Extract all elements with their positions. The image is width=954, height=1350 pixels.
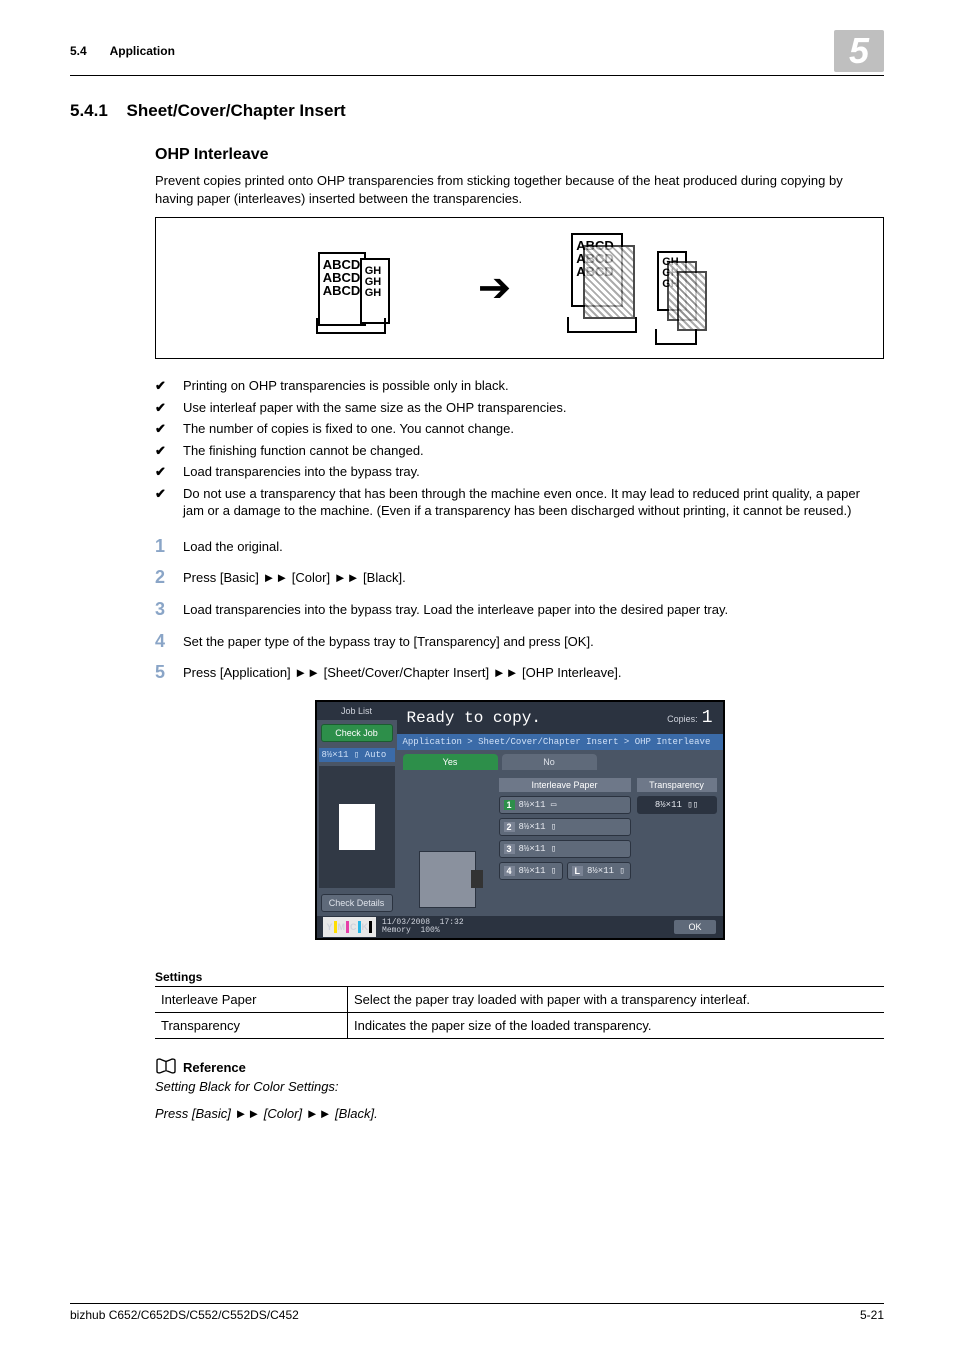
header-section-number: 5.4 [70, 44, 87, 58]
tray-3-button[interactable]: 38½×11 ▯ [499, 840, 631, 858]
step-item: Load transparencies into the bypass tray… [155, 601, 884, 619]
section-number: 5.4.1 [70, 101, 108, 120]
tray-4-button[interactable]: 48½×11 ▯ [499, 862, 563, 880]
settings-heading: Settings [155, 970, 884, 984]
table-row: Transparency Indicates the paper size of… [155, 1012, 884, 1038]
setting-name: Transparency [155, 1012, 348, 1038]
memory-value: 100% [420, 926, 439, 935]
check-details-button[interactable]: Check Details [321, 894, 393, 912]
procedure-steps: Load the original. Press [Basic] ►► [Col… [155, 538, 884, 682]
tray-1-button[interactable]: 18½×11 ▭ [499, 796, 631, 814]
chapter-badge: 5 [834, 30, 884, 72]
check-item: Do not use a transparency that has been … [155, 485, 884, 520]
page-footer: bizhub C652/C652DS/C552/C552DS/C452 5-21 [70, 1303, 884, 1322]
transparency-label: Transparency [637, 778, 717, 792]
section-title: 5.4.1 Sheet/Cover/Chapter Insert [70, 101, 884, 121]
device-icon [419, 851, 476, 908]
section-name: Sheet/Cover/Chapter Insert [127, 101, 346, 120]
toner-levels: YMCK [323, 917, 377, 937]
copies-value: 1 [702, 708, 713, 728]
running-header: 5.4 Application 5 [70, 30, 884, 76]
memory-label: Memory [382, 926, 411, 935]
copier-panel-figure: Job List Check Job 8½×11 ▯ Auto Check De… [315, 700, 725, 940]
footer-page: 5-21 [860, 1308, 884, 1322]
ohp-interleave-figure: ABCD ABCD ABCD GH GH GH ➔ ABCD ABCD ABCD [155, 217, 884, 359]
status-text: Ready to copy. [407, 709, 541, 727]
intro-paragraph: Prevent copies printed onto OHP transpar… [155, 172, 884, 207]
tab-yes[interactable]: Yes [403, 754, 498, 770]
setting-desc: Select the paper tray loaded with paper … [348, 986, 885, 1012]
check-item: The finishing function cannot be changed… [155, 442, 884, 460]
figure-side-text: GH [365, 288, 385, 299]
check-item: The number of copies is fixed to one. Yo… [155, 420, 884, 438]
prerequisite-list: Printing on OHP transparencies is possib… [155, 377, 884, 520]
reference-heading: Reference [183, 1060, 246, 1075]
job-list-header: Job List [317, 702, 397, 720]
reference-icon [155, 1057, 177, 1078]
original-preview [319, 766, 395, 888]
footer-product: bizhub C652/C652DS/C552/C552DS/C452 [70, 1308, 299, 1322]
tray-lct-button[interactable]: L8½×11 ▯ [567, 862, 631, 880]
breadcrumb: Application > Sheet/Cover/Chapter Insert… [397, 734, 723, 750]
copies-label: Copies: [667, 714, 698, 724]
check-job-button[interactable]: Check Job [321, 724, 393, 742]
check-item: Load transparencies into the bypass tray… [155, 463, 884, 481]
setting-desc: Indicates the paper size of the loaded t… [348, 1012, 885, 1038]
tab-no[interactable]: No [502, 754, 597, 770]
step-item: Press [Basic] ►► [Color] ►► [Black]. [155, 569, 884, 587]
header-section-name: Application [110, 44, 175, 58]
tray-2-button[interactable]: 28½×11 ▯ [499, 818, 631, 836]
figure-text: ABCD [323, 284, 361, 297]
reference-line: Setting Black for Color Settings: [155, 1079, 339, 1094]
transparency-size: 8½×11 ▯▯ [637, 796, 717, 814]
setting-name: Interleave Paper [155, 986, 348, 1012]
ok-button[interactable]: OK [673, 919, 716, 935]
check-item: Use interleaf paper with the same size a… [155, 399, 884, 417]
settings-table: Interleave Paper Select the paper tray l… [155, 986, 884, 1039]
step-item: Set the paper type of the bypass tray to… [155, 633, 884, 651]
reference-line: Press [Basic] ►► [Color] ►► [Black]. [155, 1106, 378, 1121]
auto-paper-indicator: 8½×11 ▯ Auto [319, 748, 395, 762]
table-row: Interleave Paper Select the paper tray l… [155, 986, 884, 1012]
subsection-title: OHP Interleave [155, 146, 884, 164]
footer-time: 17:32 [440, 918, 464, 927]
interleave-paper-label: Interleave Paper [499, 778, 631, 792]
arrow-icon: ➔ [478, 268, 512, 308]
step-item: Press [Application] ►► [Sheet/Cover/Chap… [155, 664, 884, 682]
check-item: Printing on OHP transparencies is possib… [155, 377, 884, 395]
step-item: Load the original. [155, 538, 884, 556]
